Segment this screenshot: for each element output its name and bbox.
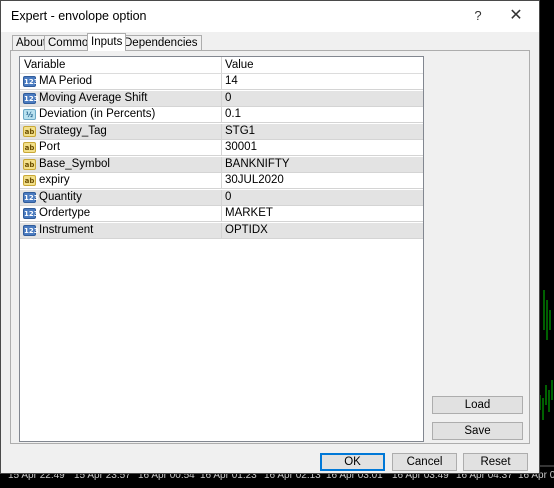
value-cell[interactable]: 30JUL2020: [225, 174, 284, 186]
variable-cell: Instrument: [39, 223, 94, 236]
table-row[interactable]: ab Strategy_Tag STG1: [20, 123, 423, 140]
close-button[interactable]: ✕: [505, 5, 527, 27]
help-button[interactable]: ?: [467, 5, 489, 27]
title-bar[interactable]: Expert - envolope option ? ✕: [1, 1, 539, 32]
table-row[interactable]: ab Port 30001: [20, 140, 423, 156]
ok-button[interactable]: OK: [320, 453, 385, 471]
value-cell[interactable]: 0: [225, 191, 231, 203]
value-cell[interactable]: 0: [225, 92, 231, 104]
value-cell[interactable]: STG1: [225, 125, 255, 137]
table-row[interactable]: ab Base_Symbol BANKNIFTY: [20, 156, 423, 173]
table-row[interactable]: 123 MA Period 14: [20, 74, 423, 90]
value-cell[interactable]: 0.1: [225, 108, 241, 120]
variable-cell: Port: [39, 141, 61, 153]
expert-dialog: Expert - envolope option ? ✕ About Commo…: [0, 0, 540, 474]
double-type-icon: ½: [23, 109, 36, 120]
parameters-grid[interactable]: Variable Value 123 MA Period 14 123 Moving A…: [19, 56, 424, 442]
string-type-icon: ab: [23, 125, 36, 137]
save-button[interactable]: Save: [432, 422, 523, 440]
variable-cell: Quantity: [39, 190, 82, 203]
value-cell[interactable]: 30001: [225, 141, 257, 153]
value-cell[interactable]: OPTIDX: [225, 224, 268, 236]
table-row[interactable]: 123 Instrument OPTIDX: [20, 222, 423, 239]
header-variable[interactable]: Variable: [24, 59, 65, 71]
variable-cell: expiry: [39, 174, 70, 186]
reset-button[interactable]: Reset: [463, 453, 528, 471]
integer-type-icon: 123: [23, 76, 39, 87]
cancel-button[interactable]: Cancel: [392, 453, 457, 471]
string-type-icon: ab: [23, 175, 36, 186]
grid-header: Variable Value: [20, 57, 423, 74]
table-row[interactable]: ab expiry 30JUL2020: [20, 173, 423, 189]
tab-inputs[interactable]: Inputs: [87, 33, 127, 51]
integer-type-icon: 123: [23, 191, 39, 203]
string-type-icon: ab: [23, 142, 36, 153]
value-cell[interactable]: BANKNIFTY: [225, 158, 290, 170]
variable-cell: Ordertype: [39, 207, 91, 219]
value-cell[interactable]: MARKET: [225, 207, 273, 219]
variable-cell: Strategy_Tag: [39, 124, 107, 137]
variable-cell: Deviation (in Percents): [39, 108, 156, 120]
table-row[interactable]: 123 Quantity 0: [20, 189, 423, 206]
table-row[interactable]: 123 Moving Average Shift 0: [20, 90, 423, 107]
tab-dependencies[interactable]: Dependencies: [120, 35, 202, 51]
string-type-icon: ab: [23, 158, 36, 170]
integer-type-icon: 123: [23, 92, 39, 104]
variable-cell: MA Period: [39, 75, 93, 87]
integer-type-icon: 123: [23, 224, 39, 236]
load-button[interactable]: Load: [432, 396, 523, 414]
value-cell[interactable]: 14: [225, 75, 238, 87]
dialog-title: Expert - envolope option: [11, 9, 147, 23]
variable-cell: Moving Average Shift: [39, 91, 148, 104]
table-row[interactable]: ½ Deviation (in Percents) 0.1: [20, 107, 423, 123]
table-row[interactable]: 123 Ordertype MARKET: [20, 206, 423, 222]
header-value[interactable]: Value: [225, 59, 254, 71]
integer-type-icon: 123: [23, 208, 39, 219]
variable-cell: Base_Symbol: [39, 157, 110, 170]
